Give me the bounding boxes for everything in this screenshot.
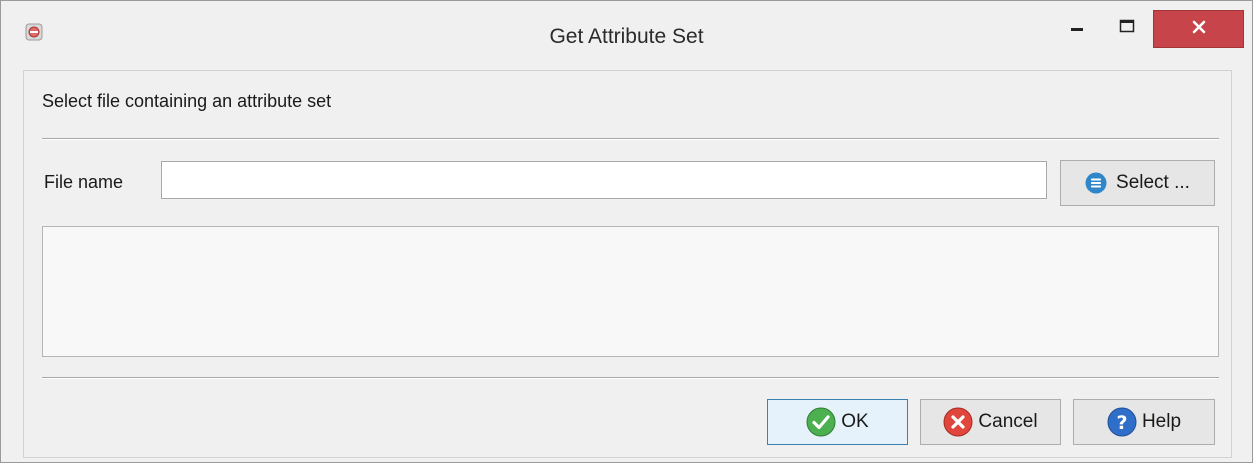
dialog-window: Get Attribute Set Select file containing… [0, 0, 1253, 463]
maximize-icon [1119, 19, 1135, 38]
dialog-content: Select file containing an attribute set … [23, 70, 1232, 458]
maximize-button[interactable] [1109, 9, 1145, 47]
cancel-x-icon [943, 407, 973, 437]
cancel-button[interactable]: Cancel [920, 399, 1061, 445]
check-icon [806, 407, 836, 437]
help-label: Help [1141, 411, 1182, 432]
prompt-text: Select file containing an attribute set [42, 91, 332, 111]
cancel-label: Cancel [978, 411, 1038, 432]
list-icon [1085, 172, 1107, 194]
help-button[interactable]: ? Help [1073, 399, 1215, 445]
close-icon [1191, 19, 1207, 40]
minimize-icon [1070, 19, 1084, 38]
minimize-button[interactable] [1059, 9, 1095, 47]
ok-button[interactable]: OK [767, 399, 908, 445]
info-area [42, 226, 1219, 357]
file-name-label: File name [44, 172, 124, 192]
separator-top [42, 138, 1219, 140]
file-name-input[interactable] [161, 161, 1047, 199]
select-file-button[interactable]: Select ... [1060, 160, 1215, 206]
select-file-label: Select ... [1116, 172, 1190, 193]
separator-bottom [42, 377, 1219, 379]
ok-label: OK [841, 411, 869, 432]
question-icon: ? [1107, 407, 1137, 437]
close-button[interactable] [1153, 10, 1244, 48]
title-bar[interactable]: Get Attribute Set [1, 1, 1252, 63]
svg-text:?: ? [1116, 412, 1127, 434]
